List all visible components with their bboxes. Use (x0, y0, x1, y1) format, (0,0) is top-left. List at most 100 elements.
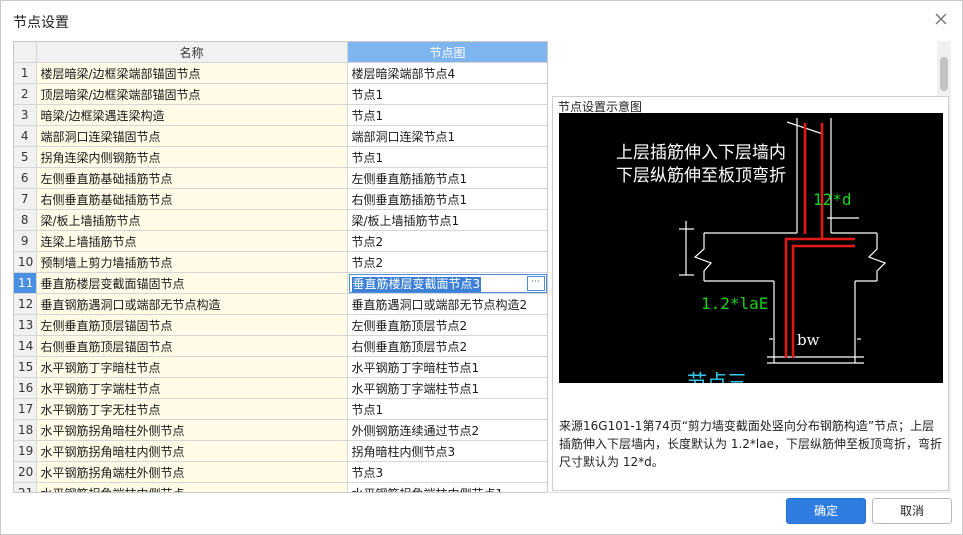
row-number[interactable]: 13 (14, 314, 37, 336)
row-number[interactable]: 21 (14, 482, 37, 492)
cell-node[interactable]: 垂直筋楼层变截面节点3 ··· (347, 272, 547, 294)
row-number[interactable]: 7 (14, 188, 37, 210)
row-number[interactable]: 2 (14, 83, 37, 105)
rebar-lines (784, 123, 855, 358)
close-icon[interactable] (932, 10, 950, 28)
cell-node[interactable]: 右侧垂直筋顶层节点2 (347, 335, 547, 357)
table-row[interactable]: 14 右侧垂直筋顶层锚固节点 右侧垂直筋顶层节点2 (14, 335, 547, 357)
cell-node[interactable]: 节点2 (347, 251, 547, 273)
cell-name[interactable]: 拐角连梁内侧钢筋节点 (36, 146, 348, 168)
row-number[interactable]: 3 (14, 104, 37, 126)
cell-node[interactable]: 节点1 (347, 104, 547, 126)
cell-name[interactable]: 右侧垂直筋基础插筋节点 (36, 188, 348, 210)
cell-name[interactable]: 水平钢筋丁字无柱节点 (36, 398, 348, 420)
ok-button[interactable]: 确定 (786, 498, 866, 524)
row-number[interactable]: 1 (14, 62, 37, 84)
cell-node[interactable]: 左侧垂直筋插筋节点1 (347, 167, 547, 189)
row-number[interactable]: 16 (14, 377, 37, 399)
node-grid[interactable]: 名称 节点图 1 楼层暗梁/边框梁端部锚固节点 楼层暗梁端部节点4 2 顶层暗梁/边框梁… (13, 41, 548, 493)
row-number[interactable]: 10 (14, 251, 37, 273)
cell-node[interactable]: 节点1 (347, 398, 547, 420)
cell-name[interactable]: 水平钢筋拐角暗柱内侧节点 (36, 440, 348, 462)
table-row[interactable]: 12 垂直钢筋遇洞口或端部无节点构造 垂直筋遇洞口或端部无节点构造2 (14, 293, 547, 315)
table-row[interactable]: 19 水平钢筋拐角暗柱内侧节点 拐角暗柱内侧节点3 (14, 440, 547, 462)
row-number[interactable]: 4 (14, 125, 37, 147)
cell-node[interactable]: 节点1 (347, 83, 547, 105)
row-number[interactable]: 20 (14, 461, 37, 483)
cell-node[interactable]: 节点1 (347, 146, 547, 168)
table-row[interactable]: 7 右侧垂直筋基础插筋节点 右侧垂直筋插筋节点1 (14, 188, 547, 210)
row-number[interactable]: 12 (14, 293, 37, 315)
cell-node[interactable]: 端部洞口连梁节点1 (347, 125, 547, 147)
cell-node[interactable]: 水平钢筋丁字暗柱节点1 (347, 356, 547, 378)
table-row[interactable]: 21水平钢筋拐角端柱内侧节点水平钢筋拐角端柱内侧节点1 (14, 482, 547, 492)
cell-name[interactable]: 右侧垂直筋顶层锚固节点 (36, 335, 348, 357)
table-row[interactable]: 4 端部洞口连梁锚固节点 端部洞口连梁节点1 (14, 125, 547, 147)
row-number[interactable]: 8 (14, 209, 37, 231)
cell-name[interactable]: 预制墙上剪力墙插筋节点 (36, 251, 348, 273)
cell-name[interactable]: 连梁上墙插筋节点 (36, 230, 348, 252)
cell-name[interactable]: 左侧垂直筋顶层锚固节点 (36, 314, 348, 336)
cell-node[interactable]: 楼层暗梁端部节点4 (347, 62, 547, 84)
table-row[interactable]: 17 水平钢筋丁字无柱节点 节点1 (14, 398, 547, 420)
cell-name[interactable]: 水平钢筋拐角暗柱外侧节点 (36, 419, 348, 441)
scrollbar-thumb[interactable] (940, 57, 948, 91)
cell-node[interactable]: 水平钢筋丁字端柱节点1 (347, 377, 547, 399)
table-row[interactable]: 15 水平钢筋丁字暗柱节点 水平钢筋丁字暗柱节点1 (14, 356, 547, 378)
diagram-caption: 节点三 (687, 370, 747, 383)
row-number[interactable]: 11 (14, 272, 37, 294)
table-row[interactable]: 13 左侧垂直筋顶层锚固节点 左侧垂直筋顶层节点2 (14, 314, 547, 336)
cell-name[interactable]: 垂直筋楼层变截面锚固节点 (36, 272, 348, 294)
table-row[interactable]: 8 梁/板上墙插筋节点 梁/板上墙插筋节点1 (14, 209, 547, 231)
row-number[interactable]: 9 (14, 230, 37, 252)
cell-name[interactable]: 端部洞口连梁锚固节点 (36, 125, 348, 147)
column-header-name[interactable]: 名称 (36, 42, 348, 63)
table-row[interactable]: 20 水平钢筋拐角端柱外侧节点 节点3 (14, 461, 547, 483)
table-row[interactable]: 3 暗梁/边框梁遇连梁构造 节点1 (14, 104, 547, 126)
cell-name[interactable]: 水平钢筋拐角端柱外侧节点 (36, 461, 348, 483)
grid-header-row: 名称 节点图 (14, 42, 547, 63)
table-row[interactable]: 10 预制墙上剪力墙插筋节点 节点2 (14, 251, 547, 273)
cancel-button[interactable]: 取消 (872, 498, 952, 524)
cell-node[interactable]: 右侧垂直筋插筋节点1 (347, 188, 547, 210)
cell-name[interactable]: 垂直钢筋遇洞口或端部无节点构造 (36, 293, 348, 315)
cell-node[interactable]: 水平钢筋拐角端柱内侧节点1 (347, 482, 547, 492)
ellipsis-button[interactable]: ··· (526, 275, 545, 291)
cell-name[interactable]: 水平钢筋丁字暗柱节点 (36, 356, 348, 378)
cell-name[interactable]: 暗梁/边框梁遇连梁构造 (36, 104, 348, 126)
node-settings-dialog: 节点设置 名称 节点图 1 楼层暗梁/边框梁端部锚固节点 楼层暗梁端部节点4 2 顶层暗… (0, 0, 963, 535)
row-number[interactable]: 17 (14, 398, 37, 420)
table-row[interactable]: 11 垂直筋楼层变截面锚固节点 垂直筋楼层变截面节点3 ··· (14, 272, 547, 294)
cell-name[interactable]: 梁/板上墙插筋节点 (36, 209, 348, 231)
cell-node[interactable]: 节点3 (347, 461, 547, 483)
cell-name[interactable]: 水平钢筋拐角端柱内侧节点 (36, 482, 348, 492)
table-row[interactable]: 6 左侧垂直筋基础插筋节点 左侧垂直筋插筋节点1 (14, 167, 547, 189)
column-header-node[interactable]: 节点图 (347, 42, 547, 63)
table-row[interactable]: 2 顶层暗梁/边框梁端部锚固节点 节点1 (14, 83, 547, 105)
row-number[interactable]: 15 (14, 356, 37, 378)
table-row[interactable]: 18 水平钢筋拐角暗柱外侧节点 外侧钢筋连续通过节点2 (14, 419, 547, 441)
cell-node[interactable]: 节点2 (347, 230, 547, 252)
table-row[interactable]: 1 楼层暗梁/边框梁端部锚固节点 楼层暗梁端部节点4 (14, 62, 547, 84)
row-number[interactable]: 6 (14, 167, 37, 189)
table-row[interactable]: 9 连梁上墙插筋节点 节点2 (14, 230, 547, 252)
table-row[interactable]: 5 拐角连梁内侧钢筋节点 节点1 (14, 146, 547, 168)
cell-name[interactable]: 左侧垂直筋基础插筋节点 (36, 167, 348, 189)
table-row[interactable]: 16 水平钢筋丁字端柱节点 水平钢筋丁字端柱节点1 (14, 377, 547, 399)
node-description: 来源16G101-1第74页“剪力墙变截面处竖向分布钢筋构造”节点；上层插筋伸入… (559, 419, 942, 469)
node-cell-editor[interactable]: 垂直筋楼层变截面节点3 ··· (348, 273, 547, 293)
cell-node[interactable]: 拐角暗柱内侧节点3 (347, 440, 547, 462)
row-number[interactable]: 5 (14, 146, 37, 168)
row-number[interactable]: 18 (14, 419, 37, 441)
title-bar: 节点设置 (1, 1, 962, 39)
cell-node[interactable]: 左侧垂直筋顶层节点2 (347, 314, 547, 336)
cell-name[interactable]: 楼层暗梁/边框梁端部锚固节点 (36, 62, 348, 84)
node-editor-text[interactable]: 垂直筋楼层变截面节点3 (351, 276, 482, 292)
cell-node[interactable]: 垂直筋遇洞口或端部无节点构造2 (347, 293, 547, 315)
cell-node[interactable]: 外侧钢筋连续通过节点2 (347, 419, 547, 441)
row-number[interactable]: 19 (14, 440, 37, 462)
cell-node[interactable]: 梁/板上墙插筋节点1 (347, 209, 547, 231)
cell-name[interactable]: 顶层暗梁/边框梁端部锚固节点 (36, 83, 348, 105)
cell-name[interactable]: 水平钢筋丁字端柱节点 (36, 377, 348, 399)
row-number[interactable]: 14 (14, 335, 37, 357)
